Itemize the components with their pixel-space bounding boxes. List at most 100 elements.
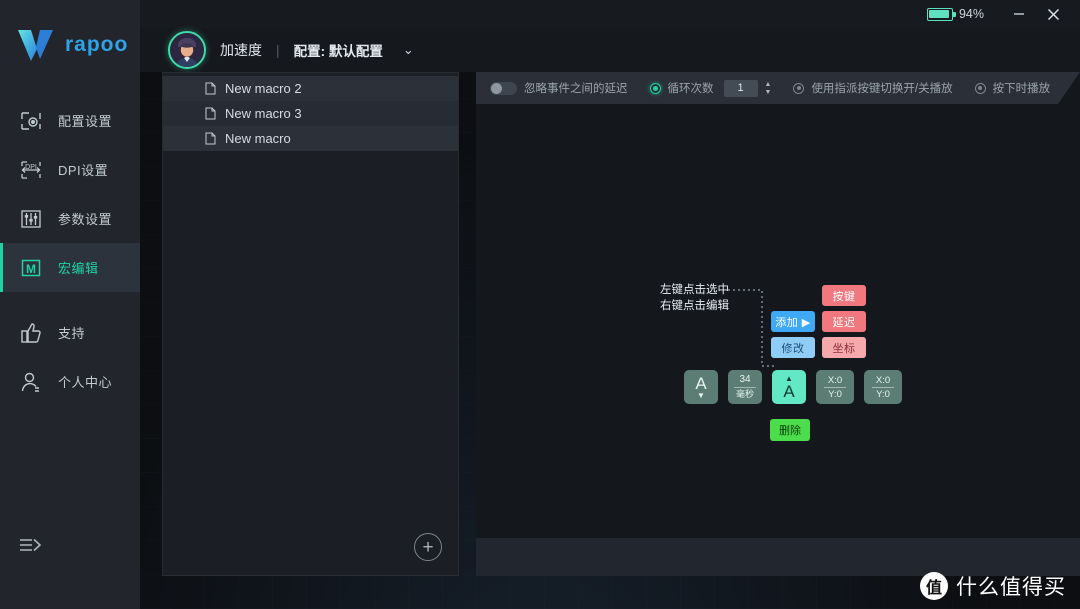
document-icon (205, 82, 216, 95)
document-icon (205, 132, 216, 145)
node-coord-x: X:0 (827, 374, 843, 386)
dpi-icon: DPI (18, 157, 44, 183)
context-menu-actions: 添加 ▶ 修改 (771, 311, 815, 358)
list-item[interactable]: New macro (163, 126, 458, 151)
ignore-delay-label: 忽略事件之间的延迟 (524, 83, 628, 95)
add-delay-button[interactable]: 延迟 (822, 311, 866, 332)
ignore-delay-toggle[interactable] (490, 82, 517, 95)
sidebar-item-label: 配置设置 (58, 114, 113, 129)
node-delay-value: 34 (739, 374, 751, 385)
sidebar-item-label: 个人中心 (58, 375, 113, 390)
list-item[interactable]: New macro 3 (163, 101, 458, 126)
node-coordinate[interactable]: X:0 Y:0 (816, 370, 854, 404)
add-coord-button[interactable]: 坐标 (822, 337, 866, 358)
plus-icon: + (422, 536, 434, 558)
toggle-play-option[interactable]: 使用指派按键切换开/关播放 (793, 80, 952, 96)
svg-text:DPI: DPI (25, 164, 37, 171)
press-play-label: 按下时播放 (992, 83, 1051, 95)
add-key-button[interactable]: 按键 (822, 285, 866, 306)
loop-count-stepper[interactable]: ▲ ▼ (765, 81, 772, 96)
ignore-delay-option[interactable]: 忽略事件之间的延迟 (490, 80, 628, 96)
watermark-text: 什么值得买 (956, 576, 1066, 599)
sidebar: rapoo 配置设置 DPI DPI设置 参数设置 M 宏编辑 支持 个人中心 (0, 0, 140, 609)
modify-button[interactable]: 修改 (771, 337, 815, 358)
delete-node-button[interactable]: 删除 (770, 419, 810, 441)
sidebar-item-label: 宏编辑 (58, 261, 99, 276)
document-icon (205, 107, 216, 120)
list-item[interactable]: New macro 2 (163, 76, 458, 101)
sidebar-item-dpi[interactable]: DPI DPI设置 (0, 145, 140, 194)
thumbs-up-icon (18, 320, 44, 346)
sidebar-nav: 配置设置 DPI DPI设置 参数设置 M 宏编辑 支持 个人中心 (0, 96, 140, 406)
stepper-down-icon: ▼ (764, 88, 772, 96)
context-menu-submenu: 按键 延迟 坐标 (822, 285, 866, 358)
loop-count-input[interactable]: 1 (724, 80, 758, 97)
avatar[interactable] (168, 31, 206, 69)
macro-event-nodes: A ▼ 34 毫秒 ▲ A X:0 Y:0 X:0 Y:0 (684, 370, 902, 404)
loop-count-label: 循环次数 (667, 83, 714, 95)
node-delay-unit: 毫秒 (735, 389, 754, 399)
node-key-down[interactable]: ▲ A (772, 370, 806, 404)
press-play-option[interactable]: 按下时播放 (975, 80, 1051, 96)
stepper-up-icon: ▲ (764, 80, 772, 88)
macro-editor-panel: 忽略事件之间的延迟 循环次数 1 ▲ ▼ 使用指派按键切换开/关播放 按下时播放 (476, 72, 1080, 576)
node-arrow-down-icon: ▼ (697, 390, 705, 400)
node-coordinate[interactable]: X:0 Y:0 (864, 370, 902, 404)
node-coord-y: Y:0 (876, 388, 890, 400)
expand-arrow-icon (20, 538, 42, 552)
loop-count-option[interactable]: 循环次数 (650, 80, 714, 96)
app-window: 94% rapoo 配置设置 DPI DPI设置 参数设置 M 宏编辑 支持 个… (0, 0, 1080, 609)
battery-indicator: 94% (926, 7, 984, 21)
svg-text:M: M (26, 262, 36, 276)
sidebar-item-label: 支持 (58, 326, 86, 341)
sidebar-item-profile[interactable]: 个人中心 (0, 357, 140, 406)
loop-count-radio[interactable] (650, 83, 661, 94)
device-name-label: 加速度 (220, 42, 262, 58)
toggle-play-radio[interactable] (793, 83, 804, 94)
macro-name: New macro 3 (225, 106, 302, 121)
sliders-icon (18, 206, 44, 232)
user-icon (18, 369, 44, 395)
toggle-knob (491, 83, 502, 94)
sidebar-item-config[interactable]: 配置设置 (0, 96, 140, 145)
add-macro-button[interactable]: + (414, 533, 442, 561)
sidebar-collapse-button[interactable] (18, 533, 48, 557)
chevron-down-icon[interactable]: ⌄ (403, 42, 414, 58)
close-button[interactable] (1036, 0, 1070, 28)
sidebar-item-macro[interactable]: M 宏编辑 (0, 243, 140, 292)
macro-name: New macro (225, 131, 291, 146)
hint-line-2: 右键点击编辑 (660, 300, 729, 312)
node-coord-x: X:0 (875, 374, 891, 386)
sidebar-item-params[interactable]: 参数设置 (0, 194, 140, 243)
node-divider (734, 387, 756, 388)
sidebar-item-label: 参数设置 (58, 212, 113, 227)
sidebar-item-support[interactable]: 支持 (0, 308, 140, 357)
macro-name: New macro 2 (225, 81, 302, 96)
macro-icon: M (18, 255, 44, 281)
brand-name: rapoo (65, 33, 129, 56)
node-delay[interactable]: 34 毫秒 (728, 370, 762, 404)
node-divider (824, 386, 846, 388)
battery-icon (926, 7, 956, 21)
battery-percent-label: 94% (958, 7, 984, 21)
nav-divider-space (0, 292, 140, 308)
macro-canvas[interactable]: 左键点击选中 右键点击编辑 添加 ▶ 修改 按键 延迟 坐标 A ▼ 34 毫秒… (476, 104, 1080, 538)
press-play-radio[interactable] (975, 83, 986, 94)
brand-logo: rapoo (0, 0, 140, 90)
app-header: 加速度 | 配置: 默认配置 ⌄ (140, 28, 1080, 72)
battery-fill (929, 10, 950, 18)
node-key-up[interactable]: A ▼ (684, 370, 718, 404)
sidebar-item-label: DPI设置 (58, 163, 109, 178)
avatar-image (170, 33, 204, 67)
minimize-button[interactable] (1002, 0, 1036, 28)
add-button[interactable]: 添加 ▶ (771, 311, 815, 332)
profile-selector-label[interactable]: 配置: 默认配置 (294, 40, 383, 60)
macro-list: New macro 2 New macro 3 New macro (163, 73, 458, 151)
header-separator: | (276, 42, 280, 58)
node-key-glyph: A (783, 381, 795, 401)
editor-option-bar: 忽略事件之间的延迟 循环次数 1 ▲ ▼ 使用指派按键切换开/关播放 按下时播放 (476, 72, 1080, 104)
macro-list-panel: New macro 2 New macro 3 New macro + (162, 72, 459, 576)
title-bar: 94% (140, 0, 1080, 28)
node-coord-y: Y:0 (828, 388, 842, 400)
watermark: 值 什么值得买 (920, 571, 1066, 601)
